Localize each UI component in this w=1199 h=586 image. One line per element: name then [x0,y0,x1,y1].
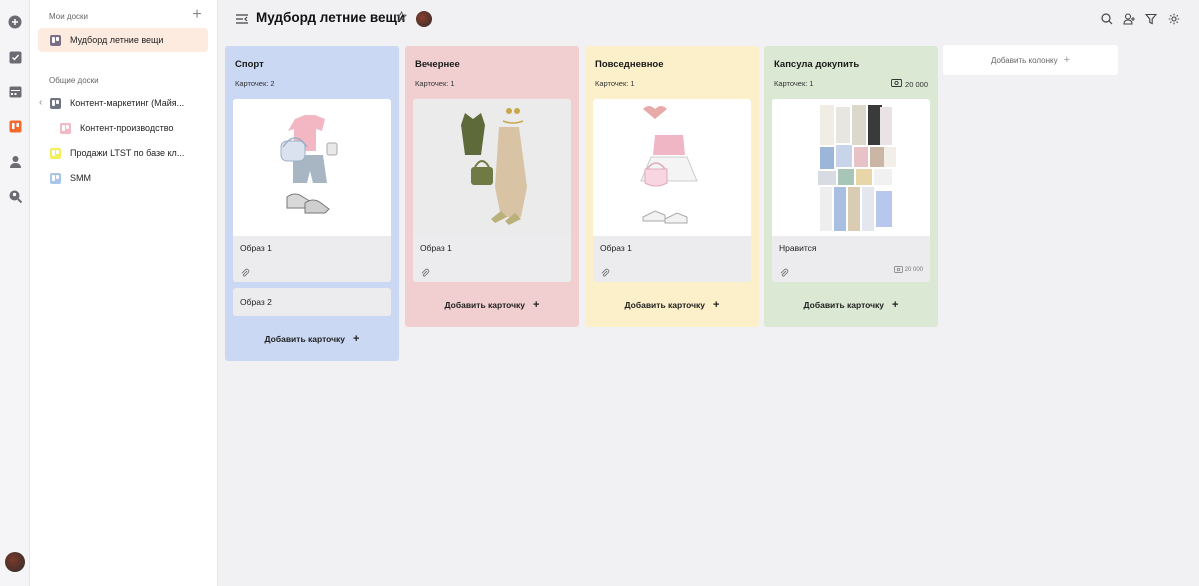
add-card-button[interactable]: Добавить карточку + [405,297,579,313]
add-card-button[interactable]: Добавить карточку + [764,297,938,313]
calendar-icon[interactable] [7,83,23,99]
board-card[interactable]: Образ 1 [413,99,571,282]
column-card-count: Карточек: 1 [774,79,814,88]
my-boards-title: Мои доски [49,12,88,21]
board-icon [50,97,61,109]
column-card-count: Карточек: 2 [235,79,275,88]
members-icon[interactable] [1123,12,1136,25]
boards-sidebar: Мои доски + Мудборд летние вещи Общие до… [30,0,218,586]
sidebar-board-item[interactable]: SMM [38,166,208,190]
card-image [593,99,751,236]
attachment-icon [600,265,610,277]
plus-icon: + [892,299,899,311]
add-card-button[interactable]: Добавить карточку + [585,297,759,313]
app-rail [0,0,30,586]
filter-icon[interactable] [1144,12,1158,25]
add-column-label: Добавить колонку [990,55,1058,65]
column-card-count: Карточек: 1 [595,79,635,88]
money-icon [891,79,902,89]
card-budget-value: 20 000 [904,266,923,273]
attachment-icon [779,265,789,277]
card-image [772,99,930,236]
add-card-label: Добавить карточку [444,300,526,310]
board-column: Спорт Карточек: 2 Образ 1 Образ 2 Добави… [225,46,399,361]
settings-icon[interactable] [1168,12,1181,25]
sidebar-board-label: SMM [70,173,91,183]
page-title: Мудборд летние вещи [256,10,406,25]
add-board-icon[interactable]: + [190,7,204,23]
money-icon [893,266,903,273]
sidebar-board-label: Контент-производство [80,123,174,133]
user-avatar[interactable] [5,552,25,572]
card-title: Образ 1 [420,243,452,253]
column-card-count: Карточек: 1 [415,79,455,88]
add-card-label: Добавить карточку [624,300,706,310]
card-title: Образ 2 [240,297,272,307]
column-title: Капсула докупить [774,59,860,70]
board-icon [50,34,61,46]
plus-icon: + [1063,54,1071,66]
card-title: Образ 1 [600,243,632,253]
column-budget: 20 000 [891,79,928,89]
column-budget-value: 20 000 [905,79,928,89]
plus-icon: + [533,299,540,311]
sidebar-board-label: Мудборд летние вещи [70,35,164,45]
add-icon[interactable] [7,14,23,30]
board-card[interactable]: Образ 1 [593,99,751,282]
shared-boards-title: Общие доски [49,76,99,85]
column-title: Спорт [235,59,264,70]
board-card[interactable]: Образ 2 [233,288,391,316]
board-card[interactable]: Нравится 20 000 [772,99,930,282]
card-image [233,99,391,236]
collapse-menu-icon[interactable] [235,12,249,26]
column-title: Повседневное [595,59,664,70]
tasks-icon[interactable] [7,49,23,65]
board-icon [50,172,61,184]
card-budget: 20 000 [893,266,923,273]
card-title: Нравится [779,243,817,253]
board-column: Вечернее Карточек: 1 Образ 1 Добавить ка… [405,46,579,327]
search-people-icon[interactable] [7,188,23,204]
add-card-button[interactable]: Добавить карточку + [225,331,399,347]
add-column-button[interactable]: Добавить колонку + [943,45,1118,75]
attachment-icon [420,265,430,277]
sidebar-board-item[interactable]: Контент-маркетинг (Майя... [38,91,208,115]
sidebar-board-item[interactable]: Мудборд летние вещи [38,28,208,52]
attachment-icon [240,265,250,277]
card-title: Образ 1 [240,243,272,253]
board-icon [60,122,71,134]
board-column: Повседневное Карточек: 1 Образ 1 Добавит… [585,46,759,327]
card-image [413,99,571,236]
board-owner-avatar[interactable] [416,11,432,27]
plus-icon: + [353,333,360,345]
search-icon[interactable] [1101,12,1114,25]
add-card-label: Добавить карточку [264,334,346,344]
column-title: Вечернее [415,59,460,70]
sidebar-board-label: Контент-маркетинг (Майя... [70,98,185,108]
plus-icon: + [713,299,720,311]
sidebar-board-item[interactable]: Продажи LTST по базе кл... [38,141,208,165]
board-card[interactable]: Образ 1 [233,99,391,282]
sidebar-board-item[interactable]: Контент-производство [48,116,208,140]
boards-icon[interactable] [7,118,23,134]
board-icon [50,147,61,159]
star-icon[interactable] [395,10,408,23]
add-card-label: Добавить карточку [803,300,885,310]
profile-icon[interactable] [7,153,23,169]
sidebar-board-label: Продажи LTST по базе кл... [70,148,185,158]
board-column: Капсула докупить Карточек: 1 20 000 Нрав… [764,46,938,327]
